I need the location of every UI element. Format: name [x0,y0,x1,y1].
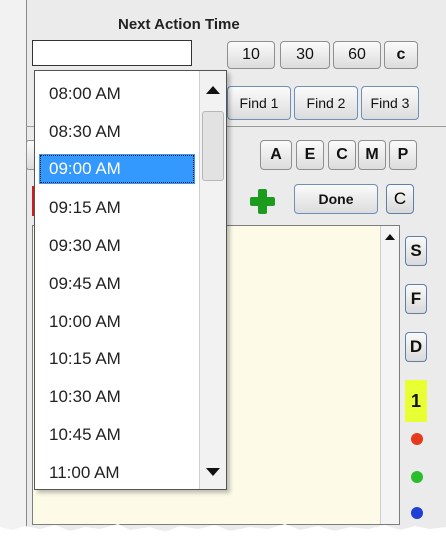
find-2-button[interactable]: Find 2 [294,86,358,120]
filter-c-button[interactable]: C [328,140,356,170]
list-item[interactable]: 10:00 AM [39,307,195,337]
green-plus-icon[interactable] [248,187,276,215]
filter-m-button[interactable]: M [358,140,386,170]
done-button[interactable]: Done [294,184,378,214]
find-1-button[interactable]: Find 1 [227,86,291,120]
list-item-selected[interactable]: 09:00 AM [39,154,195,184]
quick-10-button[interactable]: 10 [227,41,275,69]
side-f-button[interactable]: F [405,284,427,314]
list-item[interactable]: 09:30 AM [39,231,195,261]
scroll-thumb[interactable] [202,111,224,181]
list-item[interactable]: 10:45 AM [39,420,195,450]
torn-edge [0,524,446,548]
time-dropdown[interactable]: 08:00 AM 08:30 AM 09:00 AM 09:15 AM 09:3… [34,70,227,490]
list-item[interactable]: 11:00 AM [39,458,195,488]
list-item[interactable]: 09:45 AM [39,269,195,299]
list-item[interactable]: 08:30 AM [39,117,195,147]
list-item[interactable]: 10:30 AM [39,382,195,412]
list-item[interactable]: 08:00 AM [39,79,195,109]
triangle-down-icon[interactable] [200,459,226,485]
side-s-button[interactable]: S [405,236,427,266]
green-dot-icon[interactable] [411,471,423,483]
side-d-button[interactable]: D [405,332,427,362]
dropdown-scrollbar[interactable] [199,71,226,489]
list-item[interactable]: 10:15 AM [39,344,195,374]
notes-scrollbar[interactable] [380,226,399,524]
clear-button[interactable]: c [384,41,418,69]
triangle-up-icon[interactable] [200,77,226,103]
c-button[interactable]: C [386,184,414,214]
triangle-up-icon[interactable] [381,228,399,246]
filter-a-button[interactable]: A [260,140,292,170]
time-input[interactable] [32,40,192,66]
filter-p-button[interactable]: P [389,140,417,170]
panel-title: Next Action Time [118,16,240,33]
list-item[interactable]: 09:15 AM [39,193,195,223]
filter-e-button[interactable]: E [296,140,324,170]
find-3-button[interactable]: Find 3 [361,86,419,120]
quick-30-button[interactable]: 30 [280,41,330,69]
count-badge: 1 [405,380,427,422]
red-dot-icon[interactable] [411,433,423,445]
quick-60-button[interactable]: 60 [333,41,381,69]
